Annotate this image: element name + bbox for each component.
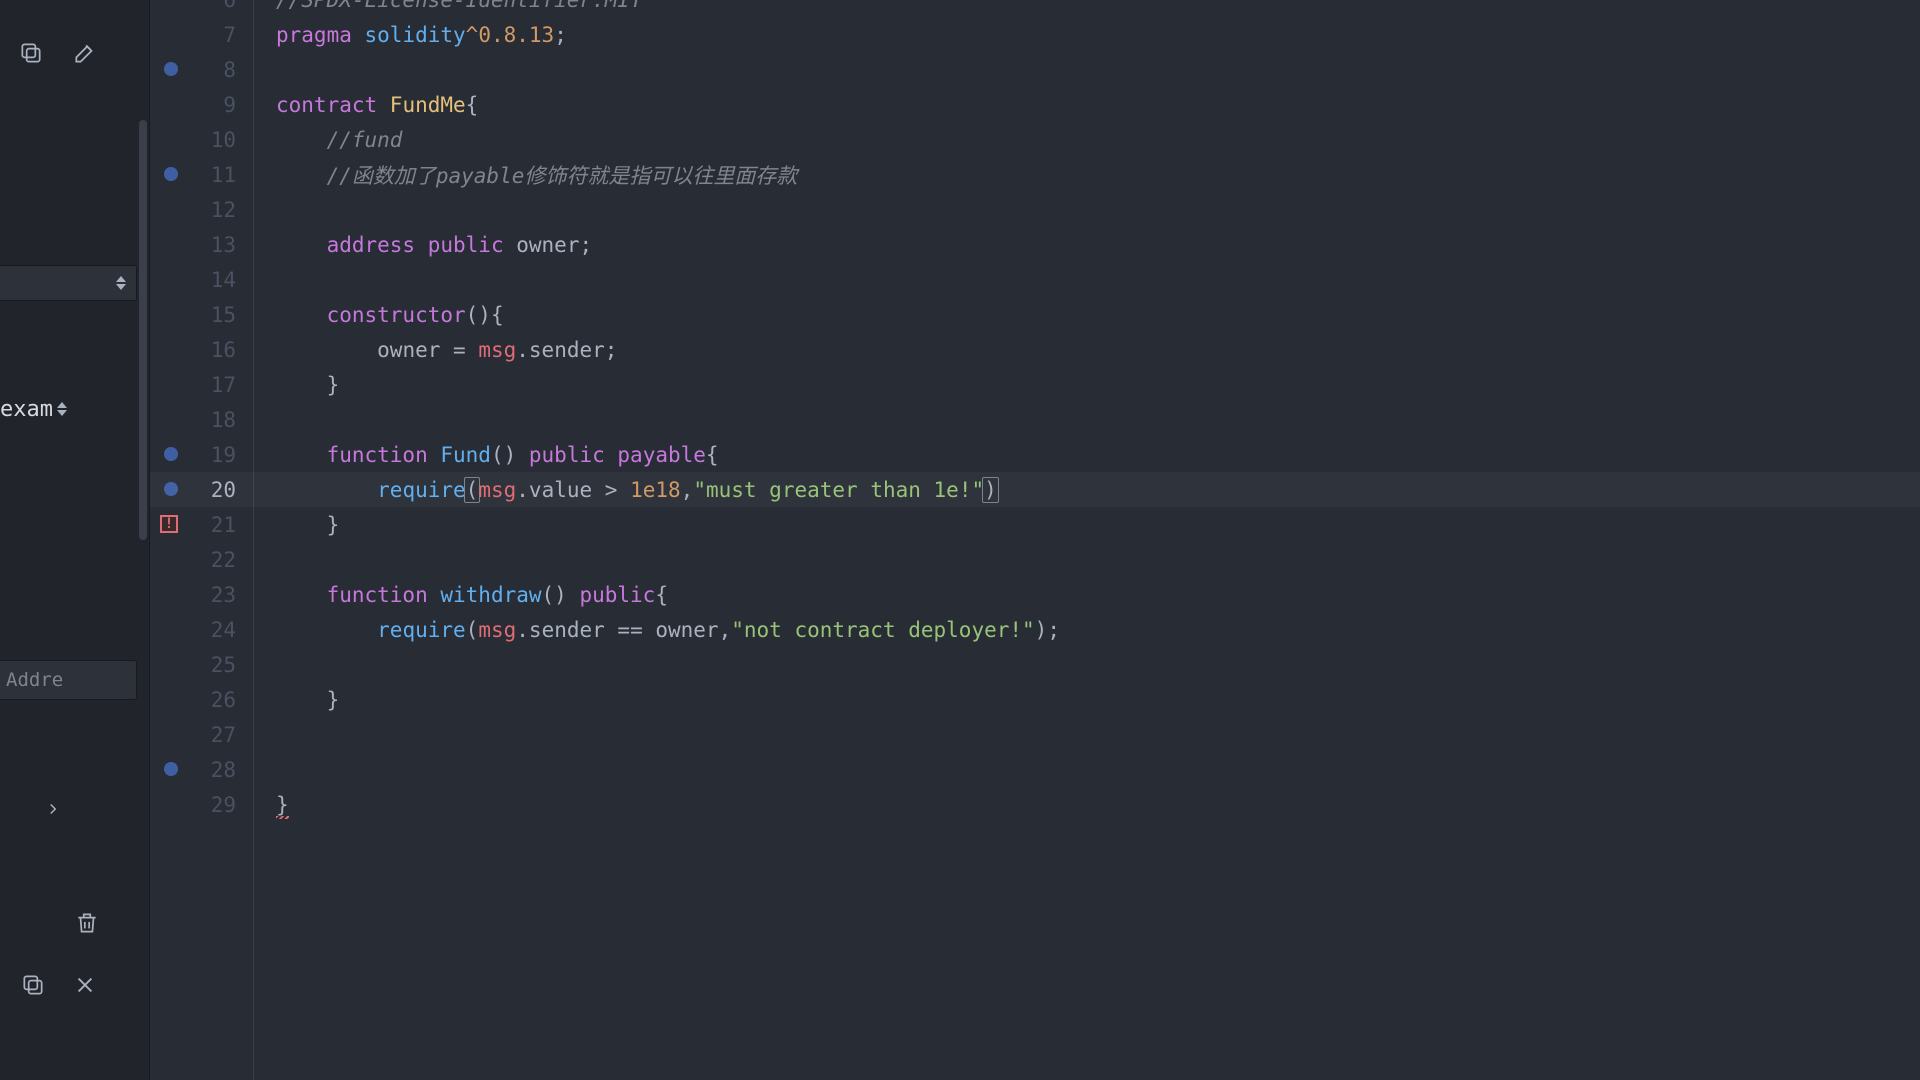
code-line[interactable] — [254, 192, 276, 227]
code-editor[interactable]: 6789101112131415161718192021!22232425262… — [150, 0, 1920, 1080]
line-number[interactable]: 29 — [150, 787, 250, 822]
line-number[interactable]: 7 — [150, 17, 250, 52]
code-line[interactable]: pragma solidity^0.8.13; — [254, 17, 567, 52]
line-number[interactable]: 27 — [150, 717, 250, 752]
trash-icon[interactable] — [74, 910, 100, 936]
app-root: exam Addre — [0, 0, 1920, 1080]
copy-icon[interactable] — [18, 40, 44, 66]
line-number[interactable]: 23 — [150, 577, 250, 612]
code-line[interactable]: require(msg.value > 1e18,"must greater t… — [254, 472, 997, 507]
line-number[interactable]: 13 — [150, 227, 250, 262]
line-number[interactable]: 18 — [150, 402, 250, 437]
code-line[interactable]: } — [254, 787, 289, 822]
side-panel: exam Addre — [0, 0, 150, 1080]
expand-toggle[interactable] — [44, 800, 62, 818]
breakpoint-marker[interactable] — [164, 482, 178, 496]
code-line[interactable]: //SPDX-License-Identifier:MIT — [254, 0, 643, 17]
code-line[interactable]: require(msg.sender == owner,"not contrac… — [254, 612, 1060, 647]
line-number[interactable]: 12 — [150, 192, 250, 227]
line-number[interactable]: 25 — [150, 647, 250, 682]
line-number[interactable]: 17 — [150, 367, 250, 402]
contract-select[interactable]: exam — [0, 390, 137, 428]
breakpoint-marker[interactable] — [164, 447, 178, 461]
line-number[interactable]: 15 — [150, 297, 250, 332]
code-line[interactable]: //函数加了payable修饰符就是指可以往里面存款 — [254, 157, 797, 192]
line-number[interactable]: 22 — [150, 542, 250, 577]
breakpoint-marker[interactable] — [164, 62, 178, 76]
line-number[interactable]: 9 — [150, 87, 250, 122]
code-line[interactable] — [254, 647, 276, 682]
at-address-placeholder: Addre — [6, 669, 63, 691]
close-icon[interactable] — [74, 974, 96, 996]
line-number[interactable]: 6 — [150, 0, 250, 17]
at-address-input[interactable]: Addre — [0, 660, 137, 700]
code-line[interactable] — [254, 542, 276, 577]
code-line[interactable]: contract FundMe{ — [254, 87, 478, 122]
code-line[interactable]: } — [254, 367, 339, 402]
line-number[interactable]: 16 — [150, 332, 250, 367]
code-line[interactable]: owner = msg.sender; — [254, 332, 617, 367]
stepper-arrows-icon — [116, 272, 130, 294]
code-line[interactable] — [254, 262, 276, 297]
line-number[interactable]: 26 — [150, 682, 250, 717]
copy-icon[interactable] — [20, 972, 46, 998]
error-marker[interactable]: ! — [160, 515, 178, 533]
breakpoint-marker[interactable] — [164, 167, 178, 181]
code-line[interactable] — [254, 52, 276, 87]
breakpoint-marker[interactable] — [164, 762, 178, 776]
code-line[interactable]: } — [254, 507, 339, 542]
line-number[interactable]: 14 — [150, 262, 250, 297]
numeric-stepper[interactable] — [0, 265, 137, 301]
code-line[interactable] — [254, 402, 276, 437]
code-line[interactable]: address public owner; — [254, 227, 592, 262]
code-line[interactable]: function withdraw() public{ — [254, 577, 668, 612]
code-line[interactable]: //fund — [254, 122, 402, 157]
code-line[interactable]: } — [254, 682, 339, 717]
line-number[interactable]: 24 — [150, 612, 250, 647]
code-line[interactable]: function Fund() public payable{ — [254, 437, 719, 472]
contract-select-label: exam — [0, 397, 53, 422]
code-line[interactable] — [254, 752, 276, 787]
line-number[interactable]: 10 — [150, 122, 250, 157]
stepper-arrows-icon — [57, 398, 71, 420]
code-line[interactable] — [254, 717, 276, 752]
code-line[interactable]: constructor(){ — [254, 297, 504, 332]
edit-icon[interactable] — [72, 40, 98, 66]
sidebar-scrollbar[interactable] — [139, 120, 147, 540]
